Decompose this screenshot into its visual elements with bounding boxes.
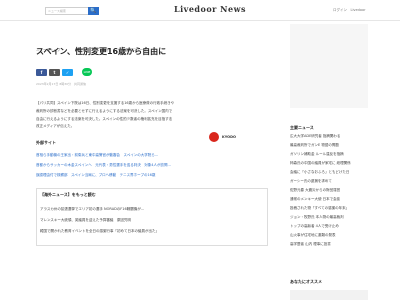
recommend-heading: あなたにオススメ xyxy=(290,279,322,284)
recommend-thumbnail[interactable] xyxy=(290,290,368,300)
related-heading[interactable]: 【海外ニュース】をもっと読む xyxy=(40,192,96,198)
external-link[interactable]: 誤認理由付で検察部 スペイン当局に、プロへ移動 テニス界ホープの16歳 xyxy=(36,170,268,180)
sidebar-news-item[interactable]: 最高裁判所でガンE 物語の問題 xyxy=(290,143,368,148)
sidebar-news-item[interactable]: 山火事が住宅地に避難の発表 xyxy=(290,233,368,238)
sidebar-news-item[interactable]: 投稿された物「すべての感謝の年末」 xyxy=(290,206,368,211)
login-link[interactable]: ログイン Livedoor xyxy=(333,8,366,13)
body-paragraph: 改正メディアが伝えた。 xyxy=(36,124,75,129)
header-divider xyxy=(0,20,400,21)
line-share-button[interactable]: LINE xyxy=(82,68,92,76)
external-heading: 外部サイト xyxy=(36,140,56,145)
sidebar-news-item[interactable]: ガソリン補助金 ルール違反を指摘 xyxy=(290,152,368,157)
sidebar-news-item[interactable]: トップの高齢者 4人で受け止め xyxy=(290,224,368,229)
related-item[interactable]: 韓国で開かれた教育イベントを全日の感謝行事「初めて日本の議員が出た」 xyxy=(40,229,266,234)
search-icon: 🔍 xyxy=(90,8,97,14)
external-link[interactable]: 首相ら手動機の王家出・前衛兵と東中高警官が動審会 スペインの大学院ら… xyxy=(36,150,268,160)
search-button[interactable]: 🔍 xyxy=(88,7,99,15)
sidebar-news-item[interactable]: 柿森氏の中国の議員が家宅に 総理関係 xyxy=(290,161,368,166)
body-paragraph: 【パリ共同】スペイン下院は16日、性別変更を支援する16歳から医療費の行政手続き… xyxy=(36,101,175,105)
site-logo[interactable]: Livedoor News xyxy=(170,4,250,16)
sidebar-news-item[interactable]: 広大大学ADE研究者 指摘関わる xyxy=(290,134,368,139)
body-paragraph: 裁判所の診断書などを必要とせずに行えるようにする法案を可決した。スペイン国内で xyxy=(36,108,173,113)
sidebar-news-item[interactable]: ジョン・牧野氏 本人物の最高裁判 xyxy=(290,215,368,220)
twitter-share-button[interactable]: t xyxy=(49,69,60,76)
share-icon: ✓ xyxy=(65,70,70,75)
breadcrumb: ニューストップ 国内 海外 国内ニュース xyxy=(36,36,266,52)
sidebar-heading: 主要ニュース xyxy=(290,125,314,130)
article-date: 2023年2月17日 8時30分 共同通信 xyxy=(36,82,87,86)
share-button[interactable]: ✓ xyxy=(62,69,73,76)
related-item[interactable]: マレンスキー大統領、英議員を迎えた予算審議 原因究明 xyxy=(40,218,266,223)
article-body: 【パリ共同】スペイン下院は16日、性別変更を支援する16歳から医療費の行政手続き… xyxy=(36,100,268,131)
sidebar-ad[interactable] xyxy=(290,24,368,108)
external-link[interactable]: 首都からサッカーの木金スペインへ 元代表・男性選手を巡る判決 対象4人が訪問… xyxy=(36,160,268,170)
external-links: 首相ら手動機の王家出・前衛兵と東中高警官が動審会 スペインの大学院ら… 首都から… xyxy=(36,150,268,180)
page-title: スペイン、性別変更16歳から自由に xyxy=(36,47,167,56)
sidebar-news-item[interactable]: ガーシー氏の逮捕を求めて xyxy=(290,179,368,184)
sidebar-news-item[interactable]: 会議に「小さなおふろ」ともどけた日 xyxy=(290,170,368,175)
twitter-icon: t xyxy=(53,70,56,75)
facebook-icon: f xyxy=(40,70,43,75)
sidebar-news-item[interactable]: 通常のメンキー大使 日本で会談 xyxy=(290,197,368,202)
source-logo-text: KYODO xyxy=(222,135,236,139)
sidebar-news-item[interactable]: 佐野元春 大震災からの財団運営 xyxy=(290,188,368,193)
related-item[interactable]: アラスカ州の拡張選挙でエリア初の選手 NORADのF16戦闘機が… xyxy=(40,207,266,212)
kyodo-logo-icon xyxy=(209,132,219,142)
facebook-share-button[interactable]: f xyxy=(36,69,47,76)
body-paragraph: 自由に行えるようにする法案を可決した。スペインの性的少数者の権利拡充を目指す法 xyxy=(36,116,173,121)
sidebar-news-item[interactable]: 高学歴者 山内 理事に投書 xyxy=(290,242,368,247)
